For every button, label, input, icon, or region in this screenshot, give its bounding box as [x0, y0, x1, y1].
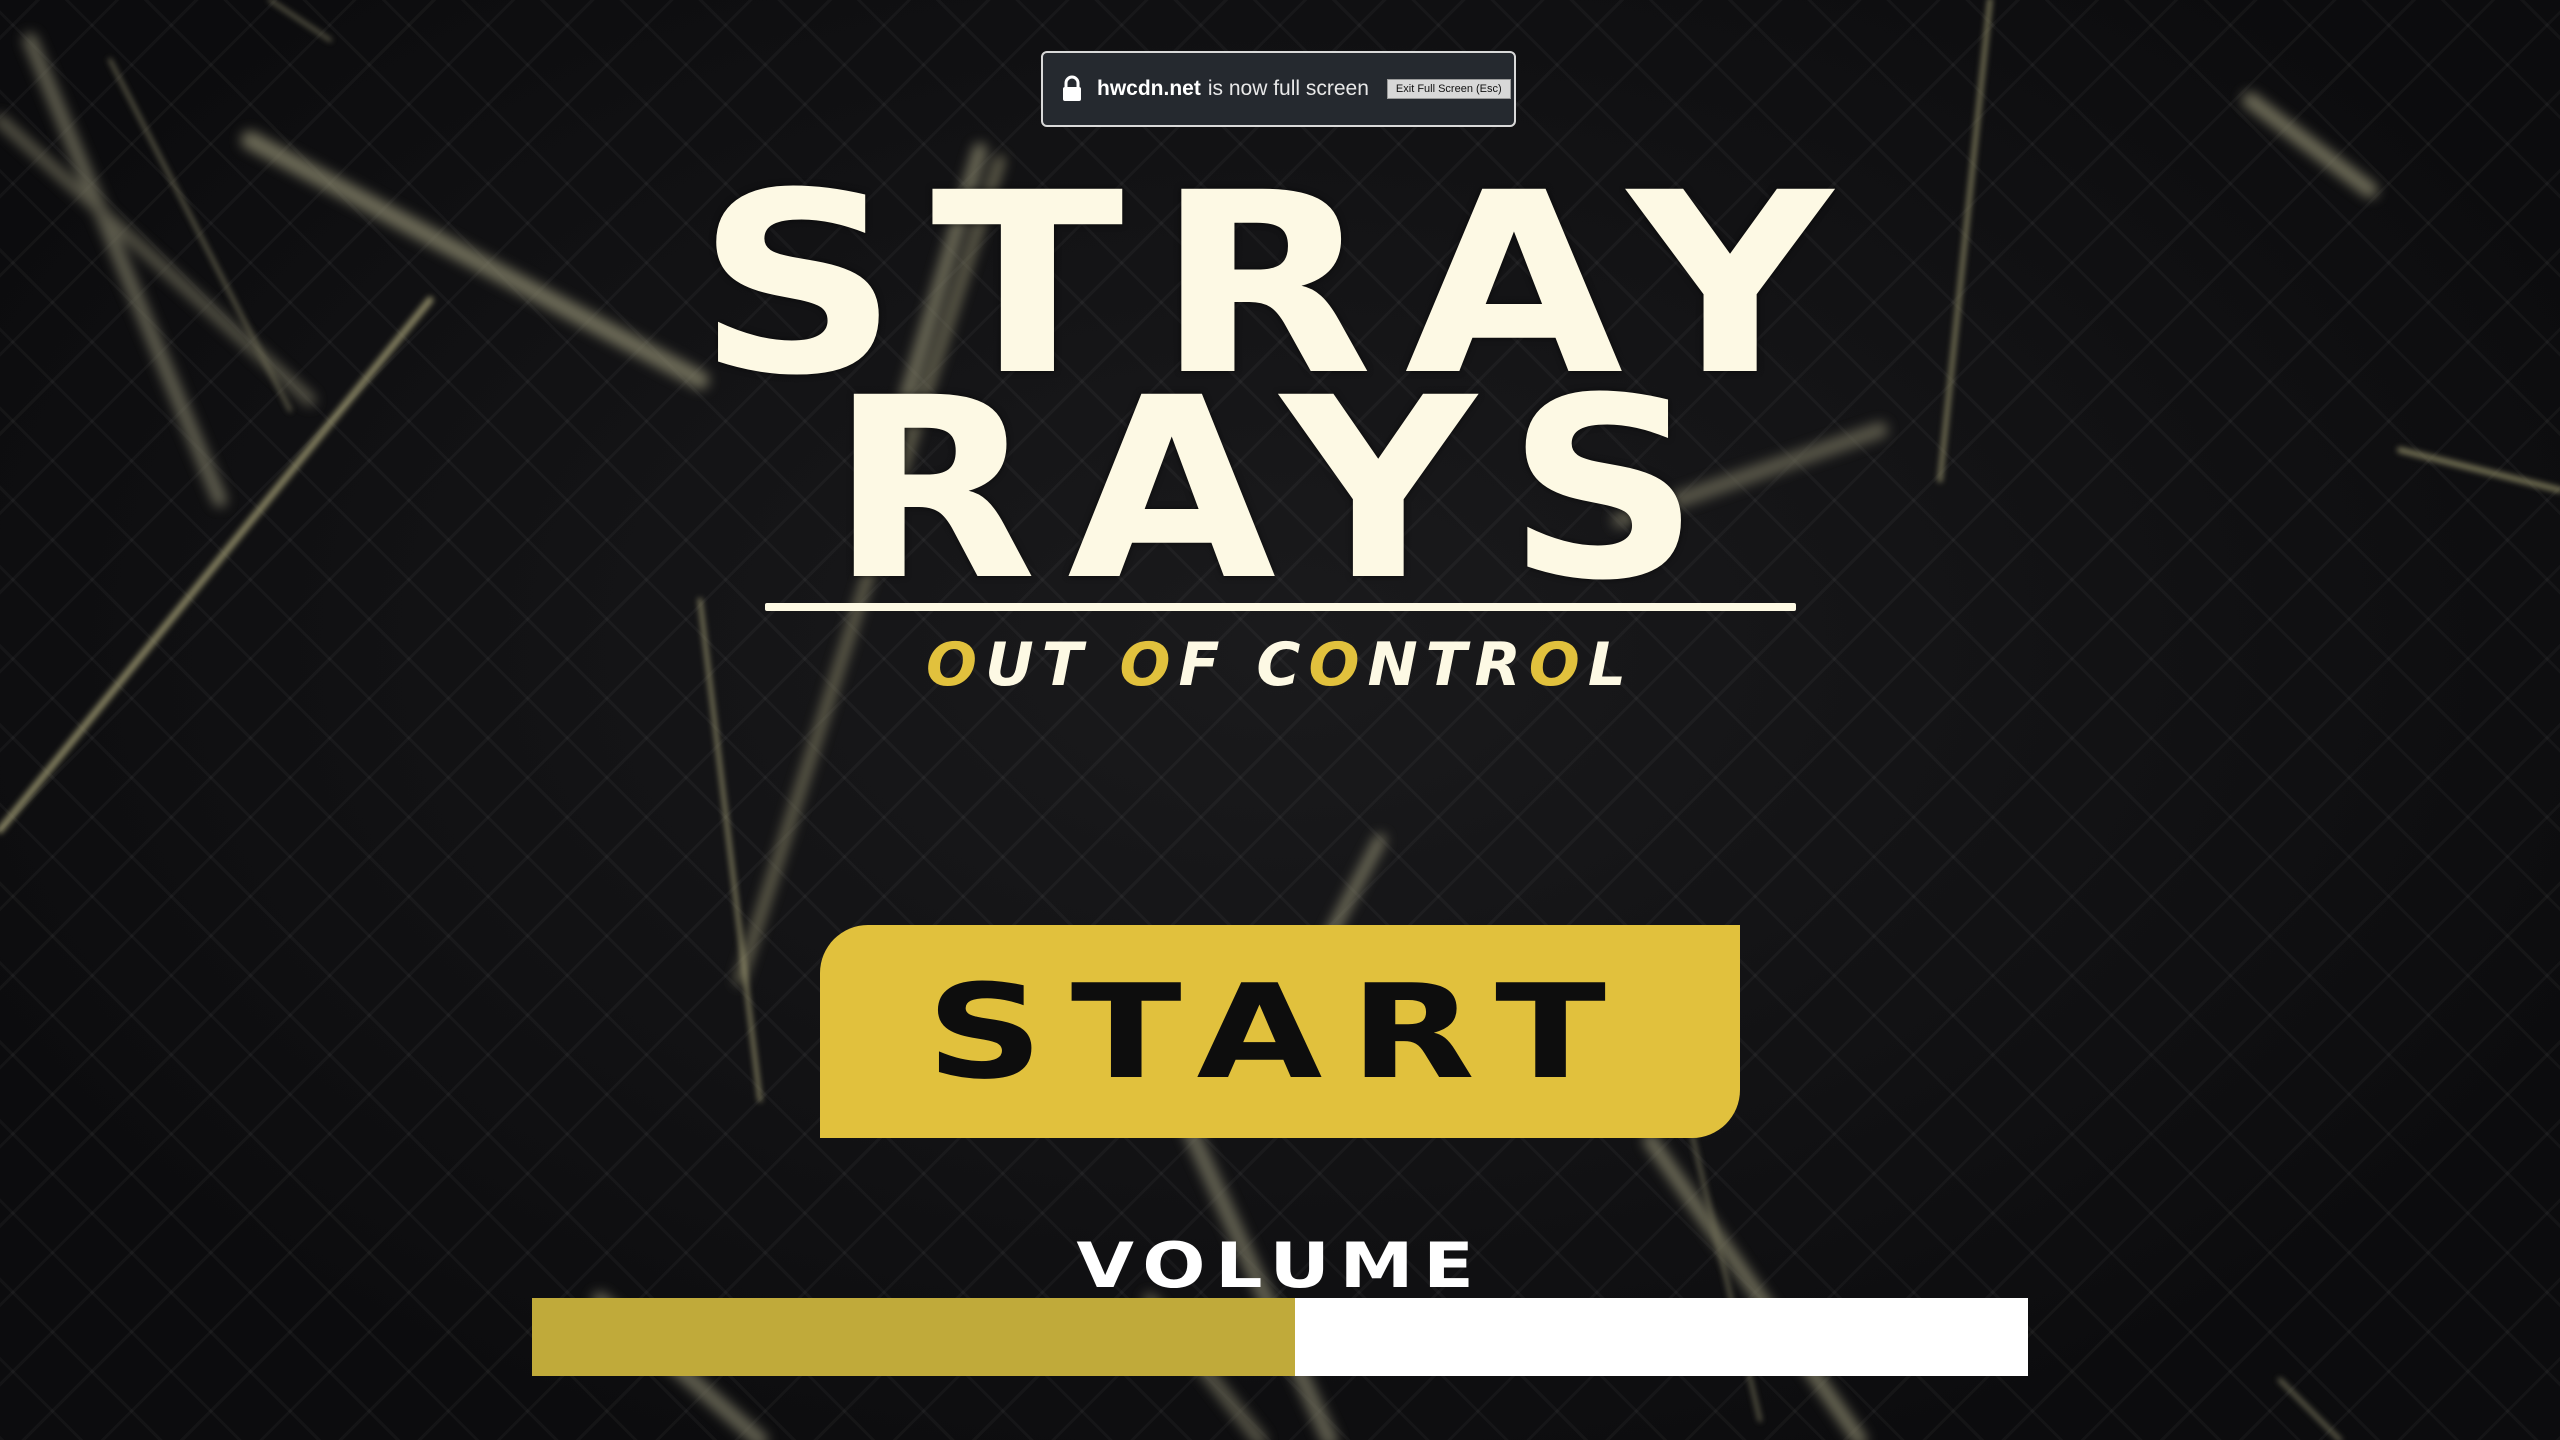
fullscreen-domain: hwcdn.net — [1097, 77, 1201, 100]
subtitle-segment: O — [1308, 630, 1368, 700]
fullscreen-message: is now full screen — [1207, 77, 1369, 100]
subtitle-segment: F C — [1178, 630, 1309, 700]
subtitle-segment: O — [925, 630, 985, 700]
start-button-label: START — [926, 955, 1634, 1108]
subtitle-segment: UT — [984, 630, 1120, 700]
game-subtitle: OUT OF CONTROL — [0, 630, 2560, 700]
game-title-line2: RAYS — [829, 344, 1731, 635]
subtitle-segment: NTR — [1367, 630, 1529, 700]
volume-slider[interactable] — [532, 1298, 2028, 1376]
game-screen: hwcdn.net is now full screen Exit Full S… — [0, 0, 2560, 1440]
exit-fullscreen-button[interactable]: Exit Full Screen (Esc) — [1386, 79, 1511, 99]
fullscreen-notice: hwcdn.net is now full screen Exit Full S… — [1041, 51, 1516, 127]
subtitle-segment: O — [1119, 630, 1179, 700]
title-divider — [765, 603, 1796, 611]
volume-label: VOLUME — [1076, 1229, 1484, 1302]
start-button[interactable]: START — [820, 925, 1740, 1138]
volume-slider-fill — [532, 1298, 1295, 1376]
subtitle-segment: O — [1528, 630, 1588, 700]
subtitle-segment: L — [1587, 630, 1635, 700]
lock-icon — [1063, 75, 1081, 101]
